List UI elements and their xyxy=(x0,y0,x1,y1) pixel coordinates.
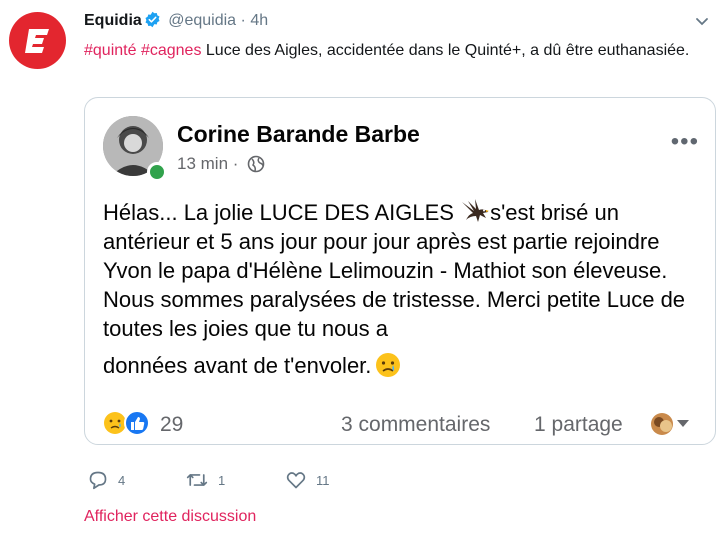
globe-icon xyxy=(247,155,265,173)
like-button[interactable]: 11 xyxy=(286,470,330,490)
fb-post-time[interactable]: 13 min xyxy=(177,154,228,173)
crying-face-emoji-icon xyxy=(376,353,401,377)
tweet-actions: 4 1 11 xyxy=(84,470,384,492)
sad-face-icon xyxy=(104,412,126,434)
more-options-icon[interactable]: ••• xyxy=(671,128,699,156)
chevron-down-icon[interactable] xyxy=(695,14,709,32)
tweet-text: #quinté #cagnes Luce des Aigles, acciden… xyxy=(84,38,704,63)
fb-post-meta: 13 min · xyxy=(177,154,265,174)
embedded-post-card[interactable]: Corine Barande Barbe 13 min · ••• Hélas.… xyxy=(84,97,716,445)
retweet-count: 1 xyxy=(218,472,226,488)
fb-body-last-line: données avant de t'envoler. xyxy=(103,353,372,378)
tweet-header: Equidia @equidia · 4h xyxy=(84,11,268,33)
reply-icon xyxy=(89,471,107,490)
heart-icon xyxy=(286,472,306,489)
shares-count[interactable]: 1 partage xyxy=(534,413,623,437)
separator-dot: · xyxy=(240,12,246,29)
retweet-button[interactable]: 1 xyxy=(186,470,225,490)
fb-author-name[interactable]: Corine Barande Barbe xyxy=(177,121,420,148)
tweet-body: Luce des Aigles, accidentée dans le Quin… xyxy=(205,42,690,59)
retweet-icon xyxy=(186,474,208,486)
reply-button[interactable]: 4 xyxy=(88,470,125,490)
fb-body-part1: Hélas... La jolie LUCE DES AIGLES xyxy=(103,200,461,225)
verified-badge-icon xyxy=(144,11,161,33)
reaction-count[interactable]: 29 xyxy=(160,413,183,437)
eagle-emoji-icon xyxy=(462,199,490,222)
fb-post-footer: 29 3 commentaires 1 partage xyxy=(103,409,703,439)
like-icon xyxy=(124,410,150,436)
hashtag-cagnes[interactable]: #cagnes xyxy=(141,42,202,59)
comments-count[interactable]: 3 commentaires xyxy=(341,413,490,437)
sharer-avatar[interactable] xyxy=(651,413,673,435)
like-count: 11 xyxy=(316,472,330,488)
equidia-logo-icon xyxy=(24,28,49,53)
online-status-indicator xyxy=(147,162,167,182)
caret-down-icon[interactable] xyxy=(677,420,689,428)
fb-post-body: Hélas... La jolie LUCE DES AIGLES s'est … xyxy=(103,198,703,380)
show-discussion-link[interactable]: Afficher cette discussion xyxy=(84,508,256,526)
equidia-avatar[interactable] xyxy=(9,12,66,69)
tweet-time[interactable]: 4h xyxy=(250,12,268,29)
author-handle[interactable]: @equidia xyxy=(168,12,236,29)
author-name[interactable]: Equidia xyxy=(84,12,142,29)
separator-dot: · xyxy=(232,154,239,173)
reaction-icons[interactable] xyxy=(103,409,159,442)
hashtag-quinte[interactable]: #quinté xyxy=(84,42,137,59)
reply-count: 4 xyxy=(118,472,126,488)
